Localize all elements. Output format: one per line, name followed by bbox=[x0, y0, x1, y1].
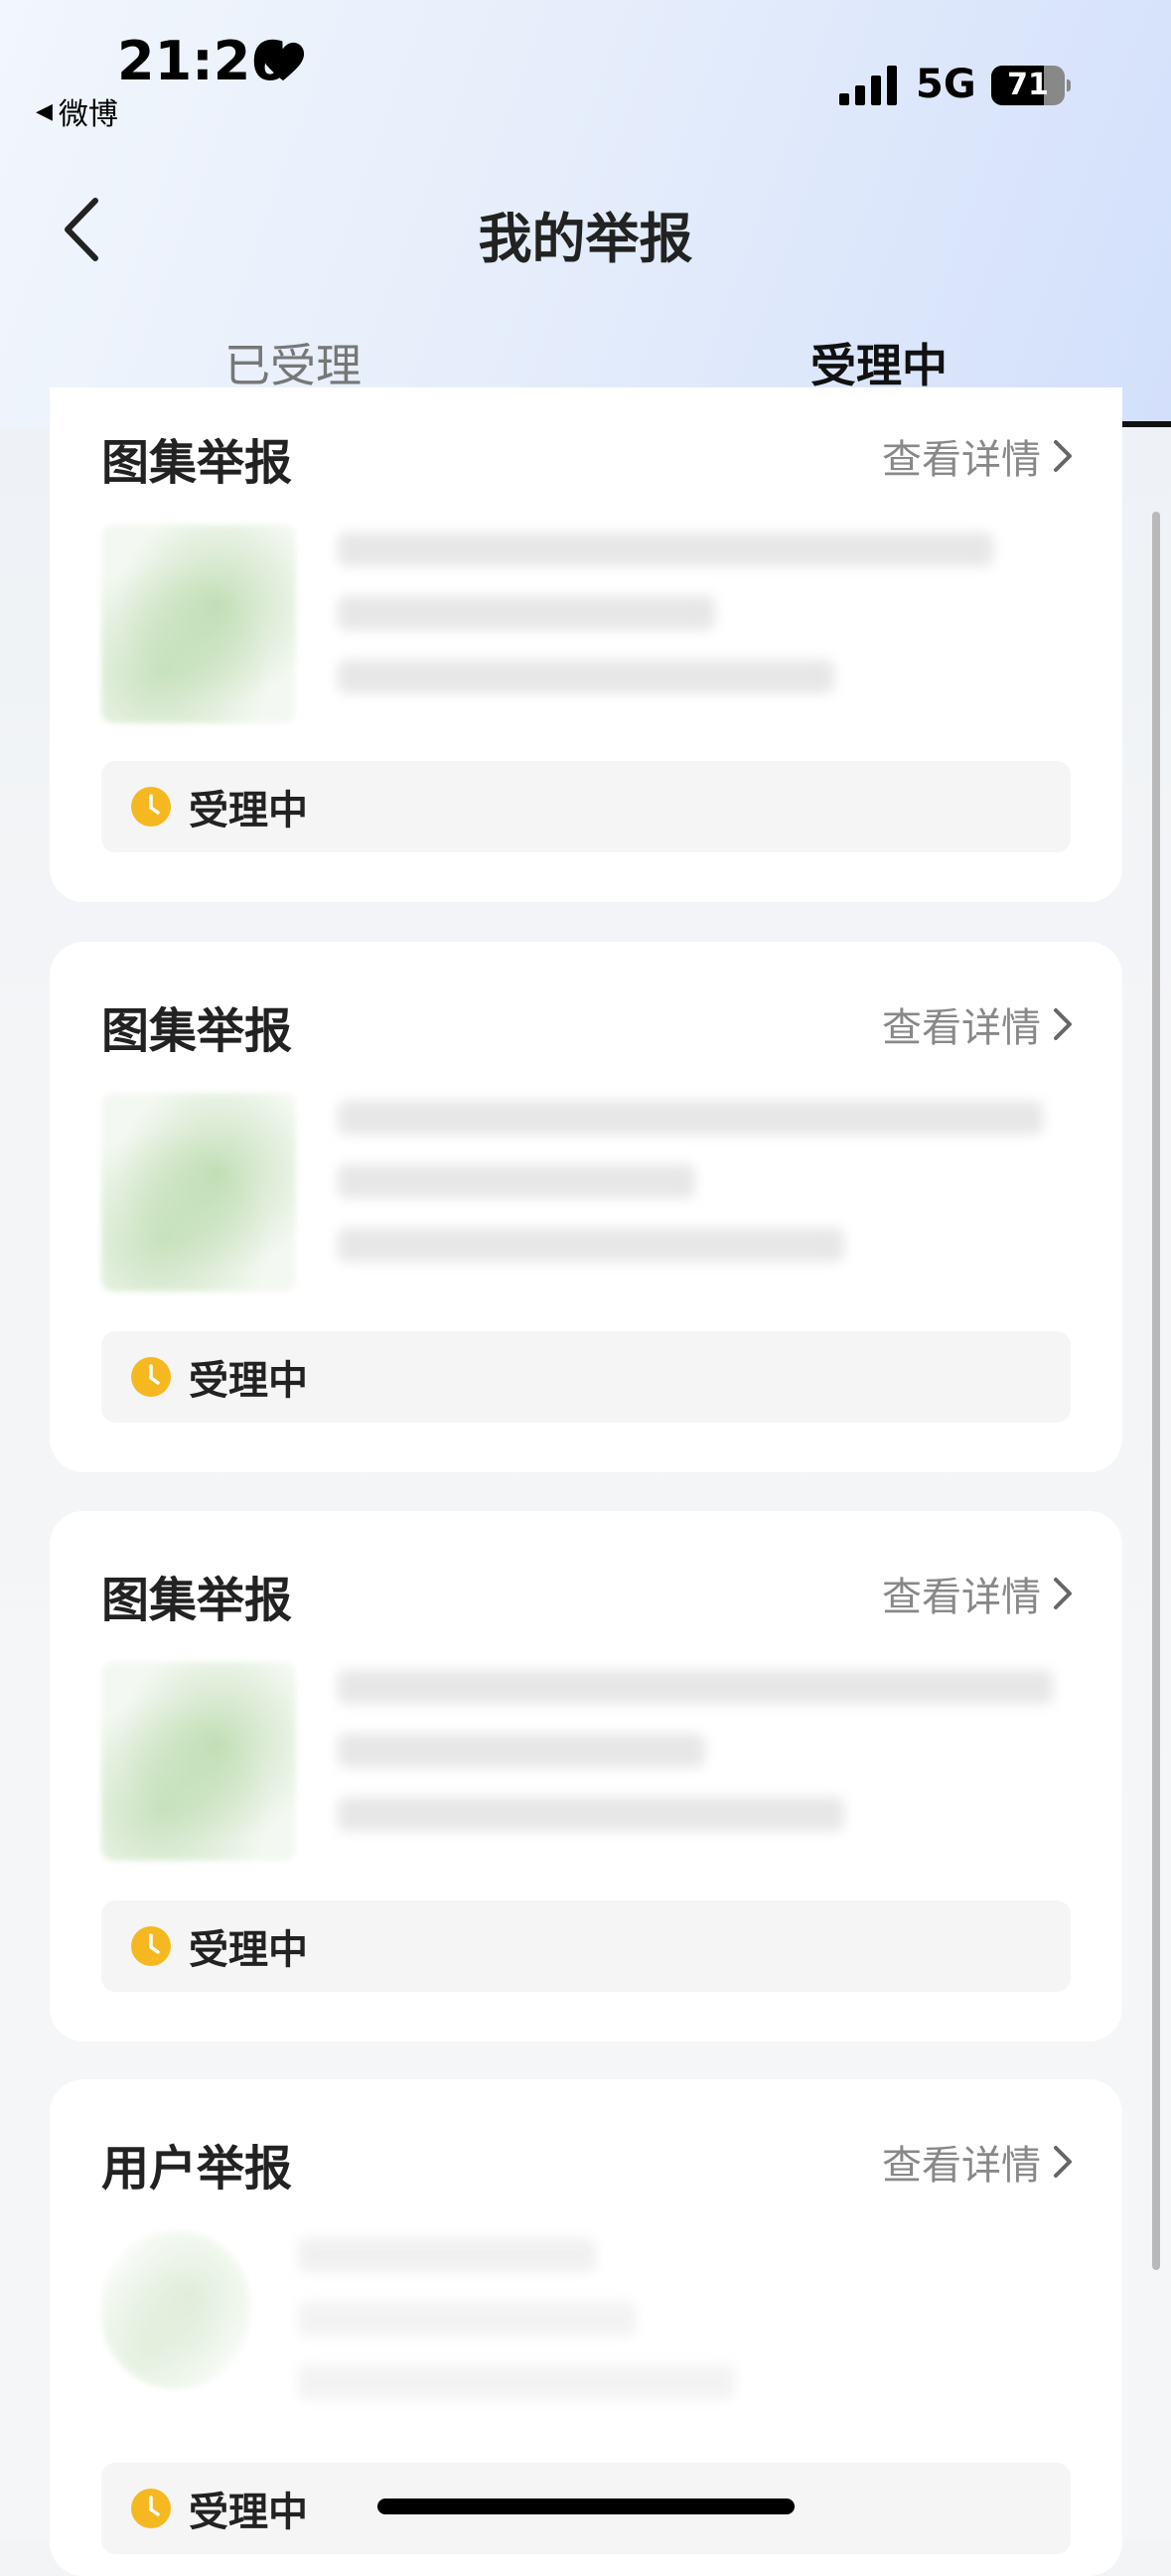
chevron-right-icon bbox=[1054, 1578, 1072, 1609]
scrollbar[interactable] bbox=[1152, 512, 1160, 2270]
battery-level: 71 bbox=[1007, 68, 1049, 102]
back-triangle-icon: ◀ bbox=[36, 98, 53, 124]
redacted-text bbox=[338, 532, 993, 566]
back-app-label: 微博 bbox=[58, 97, 118, 132]
clock-icon bbox=[131, 1357, 171, 1397]
redacted-text bbox=[338, 1670, 1053, 1704]
report-card[interactable]: 图集举报 查看详情 受理中 bbox=[50, 1511, 1122, 2042]
status-bar: 受理中 bbox=[101, 761, 1071, 852]
view-details-label: 查看详情 bbox=[882, 437, 1041, 483]
status-label: 受理中 bbox=[189, 1358, 308, 1404]
redacted-text bbox=[338, 1101, 1043, 1135]
tab-processing[interactable]: 受理中 bbox=[586, 330, 1171, 395]
view-details-link[interactable]: 查看详情 bbox=[882, 995, 1075, 1053]
page-title: 我的举报 bbox=[478, 208, 693, 270]
home-indicator[interactable] bbox=[377, 2499, 795, 2514]
redacted-text bbox=[338, 1734, 705, 1767]
redacted-text bbox=[338, 596, 715, 630]
clock-icon bbox=[131, 787, 171, 827]
back-to-app-button[interactable]: ◀ 微博 bbox=[36, 89, 118, 133]
redacted-text bbox=[298, 2238, 596, 2272]
redacted-text bbox=[338, 1228, 844, 1262]
heart-icon bbox=[261, 42, 305, 81]
report-type-title: 图集举报 bbox=[101, 1003, 293, 1059]
view-details-label: 查看详情 bbox=[882, 1575, 1041, 1620]
redacted-text bbox=[338, 1797, 844, 1831]
report-thumbnail bbox=[101, 525, 296, 723]
report-thumbnail bbox=[101, 1093, 296, 1291]
redacted-text bbox=[298, 2302, 636, 2336]
redacted-text bbox=[338, 1164, 695, 1198]
status-label: 受理中 bbox=[189, 1927, 308, 1973]
report-type-title: 图集举报 bbox=[101, 1573, 293, 1628]
cellular-signal-icon bbox=[839, 66, 897, 105]
user-avatar bbox=[101, 2230, 250, 2389]
report-type-title: 图集举报 bbox=[101, 435, 293, 491]
view-details-link[interactable]: 查看详情 bbox=[882, 2133, 1075, 2191]
redacted-text bbox=[298, 2365, 735, 2399]
chevron-right-icon bbox=[1054, 1008, 1072, 1040]
tab-accepted[interactable]: 已受理 bbox=[0, 330, 586, 395]
redacted-text bbox=[338, 660, 834, 693]
status-bar: 受理中 bbox=[101, 1331, 1071, 1423]
view-details-link[interactable]: 查看详情 bbox=[882, 1565, 1075, 1622]
view-details-label: 查看详情 bbox=[882, 2143, 1041, 2189]
status-label: 受理中 bbox=[189, 2490, 308, 2535]
report-thumbnail bbox=[101, 1662, 296, 1861]
report-type-title: 用户举报 bbox=[101, 2141, 293, 2197]
clock-icon bbox=[131, 2489, 171, 2528]
report-card[interactable]: 图集举报 查看详情 受理中 bbox=[50, 942, 1122, 1472]
report-card[interactable]: 图集举报 查看详情 受理中 bbox=[50, 387, 1122, 902]
chevron-right-icon bbox=[1054, 2146, 1072, 2178]
status-label: 受理中 bbox=[189, 788, 308, 833]
view-details-label: 查看详情 bbox=[882, 1005, 1041, 1051]
battery-icon: 71 bbox=[991, 66, 1071, 105]
network-type: 5G bbox=[916, 62, 976, 107]
clock-icon bbox=[131, 1926, 171, 1966]
view-details-link[interactable]: 查看详情 bbox=[882, 427, 1075, 485]
status-bar: 受理中 bbox=[101, 1900, 1071, 1992]
chevron-right-icon bbox=[1054, 440, 1072, 472]
